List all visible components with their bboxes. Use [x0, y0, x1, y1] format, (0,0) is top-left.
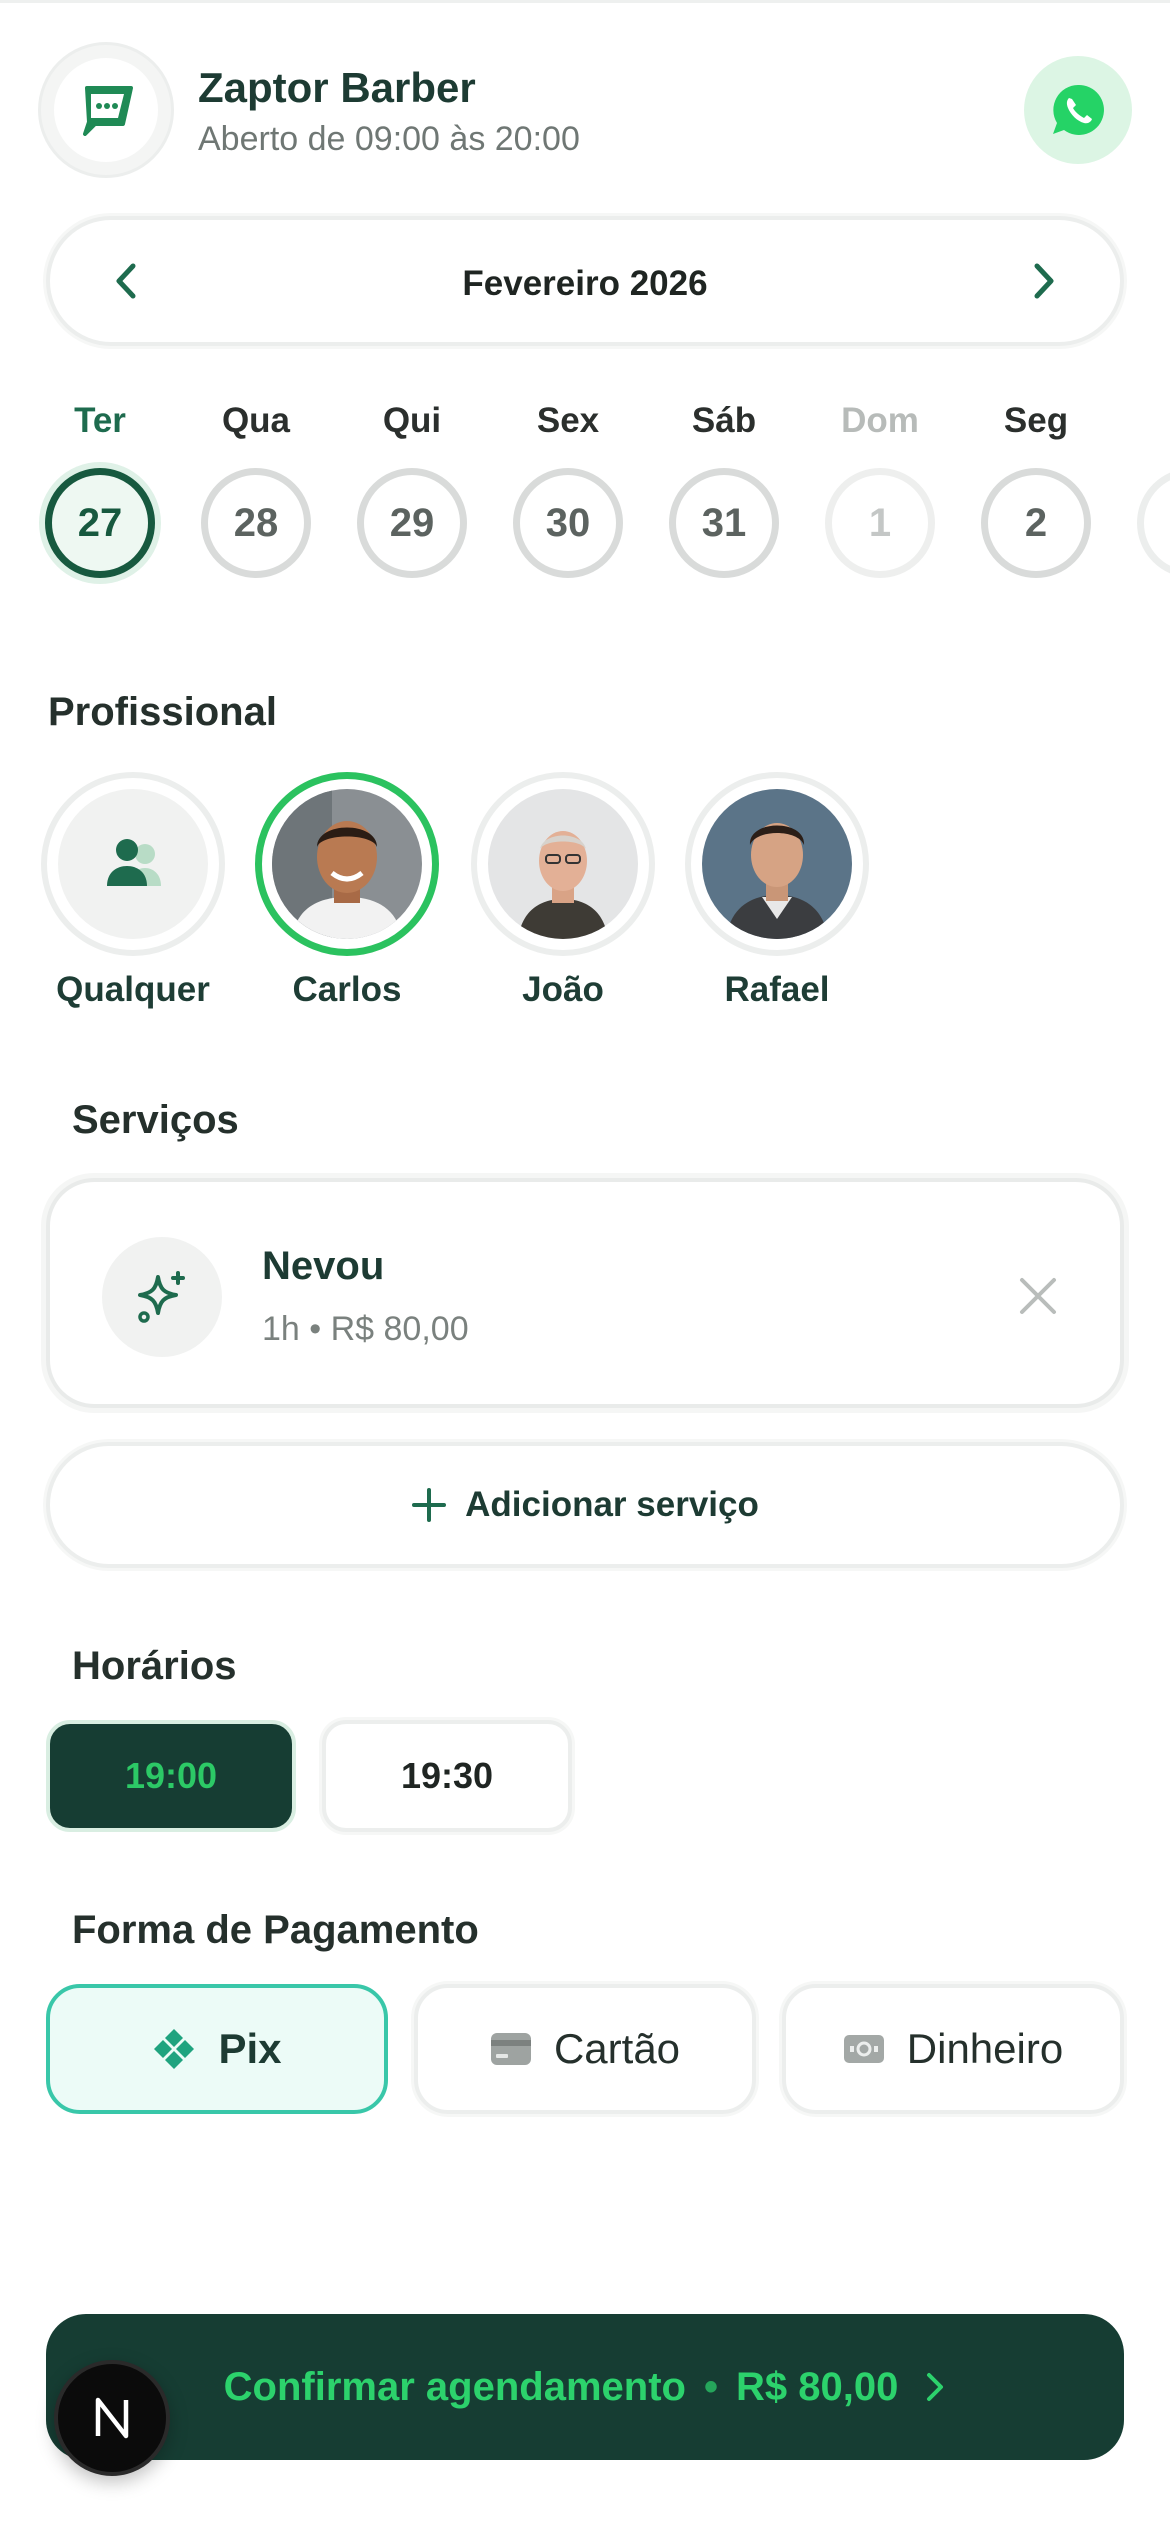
professional-name: João: [522, 970, 604, 1009]
payment-label: Dinheiro: [906, 2025, 1064, 2072]
payment-title: Forma de Pagamento: [72, 1908, 479, 1952]
payment-option-card[interactable]: Cartão: [414, 1984, 756, 2114]
service-name: Nevou: [262, 1244, 385, 1288]
professional-name: Carlos: [292, 970, 402, 1009]
month-label: Fevereiro 2026: [462, 264, 708, 303]
add-service-button[interactable]: Adicionar serviço: [46, 1442, 1124, 1568]
day-number: 2: [981, 468, 1091, 578]
next-month-button[interactable]: [1008, 245, 1080, 317]
confirm-booking-button[interactable]: Confirmar agendamento • R$ 80,00: [46, 2314, 1124, 2460]
avatar: [488, 789, 638, 939]
whatsapp-button[interactable]: [1024, 56, 1132, 164]
service-meta: 1h • R$ 80,00: [262, 1310, 469, 1348]
n-logo-badge[interactable]: [54, 2360, 170, 2476]
avatar: [272, 789, 422, 939]
day-item[interactable]: Dom 1: [825, 396, 935, 578]
professional-list: Qualquer Carlos João Rafael: [38, 772, 1138, 1022]
times-title: Horários: [72, 1644, 237, 1688]
professional-name: Qualquer: [56, 970, 210, 1009]
cash-icon: [843, 2035, 884, 2063]
shop-hours: Aberto de 09:00 às 20:00: [198, 120, 580, 158]
avatar: [702, 789, 852, 939]
chevron-right-icon: [927, 2373, 944, 2401]
professional-item[interactable]: Rafael: [682, 772, 872, 1010]
day-number: 31: [669, 468, 779, 578]
day-item-partial[interactable]: [1137, 396, 1170, 578]
time-slot[interactable]: 19:30: [322, 1720, 572, 1832]
day-number: 28: [201, 468, 311, 578]
shop-logo: [38, 42, 174, 178]
separator-dot: •: [703, 2364, 718, 2409]
remove-service-button[interactable]: [1010, 1268, 1066, 1324]
n-logo-icon: [95, 2397, 129, 2439]
day-name: Sáb: [691, 401, 757, 440]
time-slot[interactable]: 19:00: [46, 1720, 296, 1832]
shop-name: Zaptor Barber: [198, 64, 476, 111]
day-name: Seg: [1003, 401, 1069, 440]
payment-option-cash[interactable]: Dinheiro: [782, 1984, 1124, 2114]
day-item[interactable]: Ter 27: [45, 396, 155, 578]
day-item[interactable]: Qua 28: [201, 396, 311, 578]
payment-option-pix[interactable]: Pix: [46, 1984, 388, 2114]
top-divider: [0, 0, 1170, 3]
professional-name: Rafael: [724, 970, 830, 1009]
header: Zaptor Barber Aberto de 09:00 às 20:00: [38, 40, 1132, 180]
day-number: 29: [357, 468, 467, 578]
day-strip: Ter 27 Qua 28 Qui 29 Sex 30 Sáb 31 Dom 1…: [38, 396, 1170, 586]
whatsapp-icon: [1053, 84, 1104, 135]
sparkle-icon: [102, 1237, 222, 1357]
chat-bubble-icon: [83, 86, 133, 136]
service-card: Nevou 1h • R$ 80,00: [46, 1178, 1124, 1408]
confirm-price: R$ 80,00: [735, 2364, 899, 2409]
month-selector: Fevereiro 2026: [46, 216, 1124, 346]
day-item[interactable]: Sáb 31: [669, 396, 779, 578]
chevron-right-icon: [1034, 263, 1054, 299]
professional-item[interactable]: Qualquer: [38, 772, 228, 1010]
close-icon: [1020, 1278, 1056, 1314]
add-service-label: Adicionar serviço: [465, 1485, 759, 1524]
day-number: 1: [825, 468, 935, 578]
day-item[interactable]: Qui 29: [357, 396, 467, 578]
card-icon: [490, 2033, 531, 2065]
payment-label: Pix: [218, 2025, 282, 2072]
plus-icon: [412, 1488, 447, 1522]
day-name: Sex: [536, 401, 600, 440]
day-name: Qui: [382, 401, 442, 440]
confirm-label: Confirmar agendamento: [223, 2364, 686, 2409]
day-name: Dom: [841, 401, 919, 440]
services-title: Serviços: [72, 1098, 239, 1142]
day-number: 27: [45, 468, 155, 578]
professionals-title: Profissional: [48, 690, 277, 734]
professional-item[interactable]: Carlos: [252, 772, 442, 1010]
day-item[interactable]: Seg 2: [981, 396, 1091, 578]
payment-label: Cartão: [553, 2025, 681, 2072]
any-professional-icon: [58, 789, 208, 939]
day-item[interactable]: Sex 30: [513, 396, 623, 578]
day-name: Qua: [221, 401, 291, 440]
professional-item[interactable]: João: [468, 772, 658, 1010]
pix-icon: [154, 2029, 195, 2069]
day-number: 30: [513, 468, 623, 578]
day-name: Ter: [74, 401, 126, 440]
